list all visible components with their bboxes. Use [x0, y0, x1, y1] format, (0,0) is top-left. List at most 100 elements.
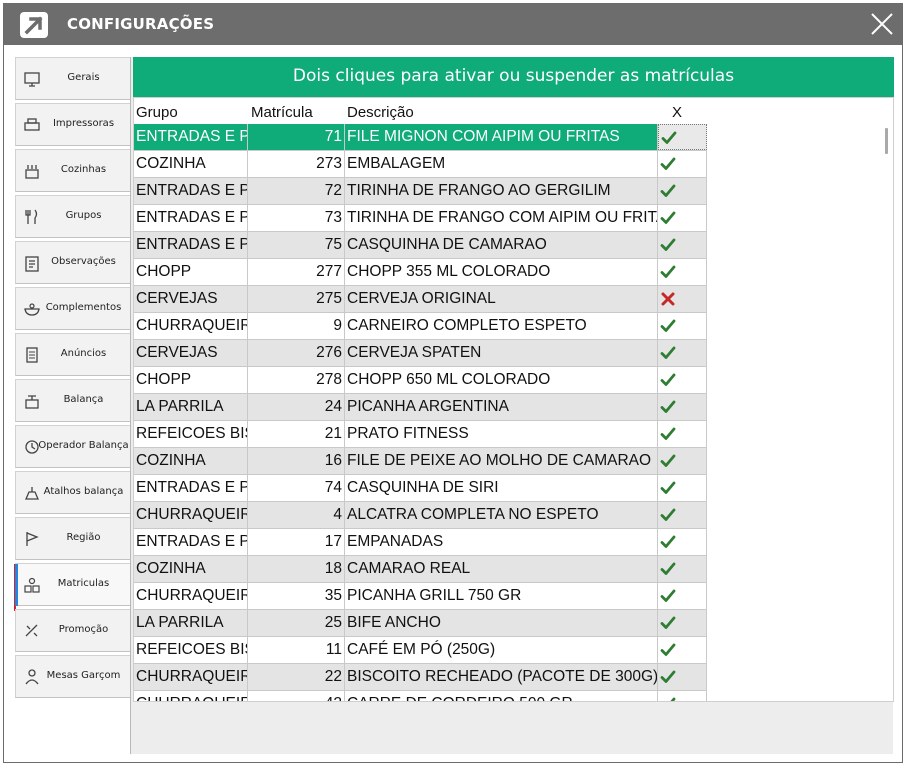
sidebar-item-label: Matriculas [57, 578, 110, 589]
cell-status[interactable] [658, 421, 707, 447]
table-row[interactable]: ENTRADAS E PORÇÕES75CASQUINHA DE CAMARAO [134, 232, 707, 259]
cell-matricula: 275 [248, 286, 345, 312]
cell-matricula: 35 [248, 583, 345, 609]
sidebar-item-observações[interactable]: Observações [15, 241, 132, 284]
check-icon [660, 211, 676, 224]
sidebar-item-cozinhas[interactable]: Cozinhas [15, 149, 132, 192]
table-row[interactable]: ENTRADAS E PORÇÕES71FILE MIGNON COM AIPI… [134, 124, 707, 151]
cell-grupo: CHOPP [134, 259, 248, 285]
sidebar-item-gerais[interactable]: Gerais [15, 57, 132, 100]
cell-grupo: LA PARRILA [134, 610, 248, 636]
column-header-x[interactable]: X [672, 104, 682, 121]
sidebar-item-impressoras[interactable]: Impressoras [15, 103, 132, 146]
table-row[interactable]: LA PARRILA 25 BIFE ANCHO [134, 610, 707, 637]
cell-status[interactable] [658, 664, 707, 690]
table-row[interactable]: COZINHA 16 FILE DE PEIXE AO MOLHO DE CAMAR… [134, 448, 707, 475]
table-row[interactable]: REFEICOES BISTRO11CAFÉ EM PÓ (250G) [134, 637, 707, 664]
cell-descricao: CARRE DE CORDEIRO 500 GR [345, 691, 658, 701]
table-row[interactable]: COZINHA 273 EMBALAGEM [134, 151, 707, 178]
cell-matricula: 11 [248, 637, 345, 663]
cell-matricula: 17 [248, 529, 345, 555]
cell-grupo: ENTRADAS E PORÇÕES [134, 475, 248, 501]
cell-descricao: CARNEIRO COMPLETO ESPETO [345, 313, 658, 339]
check-icon [660, 562, 676, 575]
column-header-matricula[interactable]: Matrícula [251, 104, 313, 121]
cell-descricao: PICANHA GRILL 750 GR [345, 583, 658, 609]
table-row[interactable]: ENTRADAS E PORÇÕES73TIRINHA DE FRANGO CO… [134, 205, 707, 232]
cell-grupo: ENTRADAS E PORÇÕES [134, 205, 248, 231]
cell-descricao: CAMARAO REAL [345, 556, 658, 582]
cell-matricula: 42 [248, 691, 345, 701]
sidebar-item-região[interactable]: Região [15, 517, 132, 560]
cell-status[interactable] [658, 313, 707, 339]
cell-matricula: 72 [248, 178, 345, 204]
cell-grupo: CHURRAQUEIRA [134, 583, 248, 609]
cell-status[interactable] [658, 205, 707, 231]
cell-status[interactable] [658, 610, 707, 636]
cell-grupo: COZINHA [134, 151, 248, 177]
table-row[interactable]: CHURRAQUEIRA4ALCATRA COMPLETA NO ESPETO [134, 502, 707, 529]
sidebar-item-atalhos-balança[interactable]: Atalhos balança [15, 471, 132, 514]
cell-grupo: ENTRADAS E PORÇÕES [134, 124, 248, 150]
sidebar-item-balança[interactable]: Balança [15, 379, 132, 422]
cell-status[interactable] [658, 232, 707, 258]
grid-header: Grupo Matrícula Descrição X [134, 98, 708, 124]
table-row[interactable]: CHURRAQUEIRA42CARRE DE CORDEIRO 500 GR [134, 691, 707, 701]
settings-sidebar: Gerais Impressoras Cozinhas Grupos Observaçõ… [14, 57, 135, 757]
cell-status[interactable] [658, 124, 707, 150]
column-header-grupo[interactable]: Grupo [136, 104, 178, 121]
cell-status[interactable] [658, 502, 707, 528]
cell-matricula: 273 [248, 151, 345, 177]
sidebar-item-matriculas[interactable]: Matriculas [15, 563, 132, 606]
cell-status[interactable] [658, 367, 707, 393]
table-row[interactable]: CHURRAQUEIRA35PICANHA GRILL 750 GR [134, 583, 707, 610]
cell-status[interactable] [658, 151, 707, 177]
cell-descricao: CASQUINHA DE CAMARAO [345, 232, 658, 258]
close-icon[interactable] [868, 10, 896, 38]
cell-descricao: BISCOITO RECHEADO (PACOTE DE 300G) [345, 664, 658, 690]
sidebar-item-label: Gerais [67, 72, 100, 83]
cell-status[interactable] [658, 286, 707, 312]
cell-status[interactable] [658, 259, 707, 285]
cell-status[interactable] [658, 178, 707, 204]
table-row[interactable]: ENTRADAS E PORÇÕES74CASQUINHA DE SIRI [134, 475, 707, 502]
cell-descricao: CERVEJA SPATEN [345, 340, 658, 366]
cell-grupo: LA PARRILA [134, 394, 248, 420]
sidebar-item-grupos[interactable]: Grupos [15, 195, 132, 238]
table-row[interactable]: ENTRADAS E PORÇÕES17EMPANADAS [134, 529, 707, 556]
registrations-grid[interactable]: Grupo Matrícula Descrição X ENTRADAS E P… [133, 97, 894, 702]
cell-status[interactable] [658, 475, 707, 501]
sidebar-item-label: Cozinhas [60, 164, 107, 175]
sidebar-item-mesas-garçom[interactable]: Mesas Garçom [15, 655, 132, 698]
table-row[interactable]: CHOPP 277 CHOPP 355 ML COLORADO [134, 259, 707, 286]
sidebar-item-label: Região [66, 532, 101, 543]
table-row[interactable]: CERVEJAS 276 CERVEJA SPATEN [134, 340, 707, 367]
cell-status[interactable] [658, 556, 707, 582]
table-row[interactable]: COZINHA 18 CAMARAO REAL [134, 556, 707, 583]
table-row[interactable]: REFEICOES BISTRO21PRATO FITNESS [134, 421, 707, 448]
check-icon [660, 427, 676, 440]
sidebar-item-anúncios[interactable]: Anúncios [15, 333, 132, 376]
cell-status[interactable] [658, 340, 707, 366]
sidebar-item-operador-balança[interactable]: Operador Balança [15, 425, 132, 468]
table-row[interactable]: CHURRAQUEIRA22BISCOITO RECHEADO (PACOTE … [134, 664, 707, 691]
cell-grupo: REFEICOES BISTRO [134, 421, 248, 447]
cell-status[interactable] [658, 394, 707, 420]
sidebar-item-promoção[interactable]: Promoção [15, 609, 132, 652]
cell-status[interactable] [658, 583, 707, 609]
cell-status[interactable] [658, 448, 707, 474]
cell-status[interactable] [658, 529, 707, 555]
cell-status[interactable] [658, 691, 707, 701]
check-icon [660, 319, 676, 332]
check-icon [660, 508, 676, 521]
table-row[interactable]: CERVEJAS 275 CERVEJA ORIGINAL [134, 286, 707, 313]
sidebar-item-complementos[interactable]: Complementos [15, 287, 132, 330]
table-row[interactable]: CHURRAQUEIRA9CARNEIRO COMPLETO ESPETO [134, 313, 707, 340]
table-row[interactable]: CHOPP 278 CHOPP 650 ML COLORADO [134, 367, 707, 394]
app-logo-icon [20, 12, 48, 38]
table-row[interactable]: ENTRADAS E PORÇÕES72TIRINHA DE FRANGO AO… [134, 178, 707, 205]
table-row[interactable]: LA PARRILA 24 PICANHA ARGENTINA [134, 394, 707, 421]
vertical-scrollbar[interactable] [885, 128, 888, 154]
cell-status[interactable] [658, 637, 707, 663]
column-header-descricao[interactable]: Descrição [347, 104, 414, 121]
